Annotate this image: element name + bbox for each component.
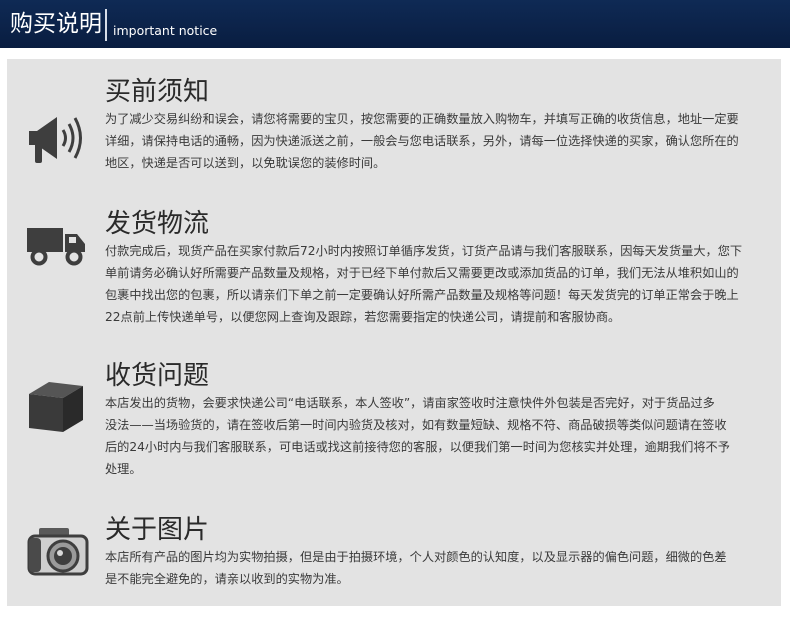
section-body: 本店发出的货物，会要求快递公司“电话联系，本人签收”，请亩家签收时注意快件外包装… xyxy=(105,396,730,476)
header-divider xyxy=(105,9,107,41)
header-banner: 购买说明 important notice xyxy=(0,0,790,48)
section-body: 为了减少交易纠纷和误会，请您将需要的宝贝，按您需要的正确数量放入购物车，并填写正… xyxy=(105,112,739,170)
section-body: 本店所有产品的图片均为实物拍摄，但是由于拍摄环境，个人对颜色的认知度，以及显示器… xyxy=(105,550,727,586)
section-body: 付款完成后，现货产品在买家付款后72小时内按照订单循序发货，订货产品请与我们客服… xyxy=(105,244,743,324)
section-title: 收货问题 xyxy=(105,361,210,391)
section-title: 买前须知 xyxy=(105,77,210,107)
section-title: 发货物流 xyxy=(105,209,210,239)
section-title: 关于图片 xyxy=(105,515,210,545)
megaphone-icon xyxy=(29,117,82,163)
header-title: 购买说明 xyxy=(10,11,102,37)
truck-icon xyxy=(27,228,85,266)
notice-panel: 买前须知 为了减少交易纠纷和误会，请您将需要的宝贝，按您需要的正确数量放入购物车… xyxy=(7,59,781,606)
camera-icon xyxy=(27,528,89,576)
header-subtitle: important notice xyxy=(113,23,218,38)
package-box-icon xyxy=(29,382,83,432)
